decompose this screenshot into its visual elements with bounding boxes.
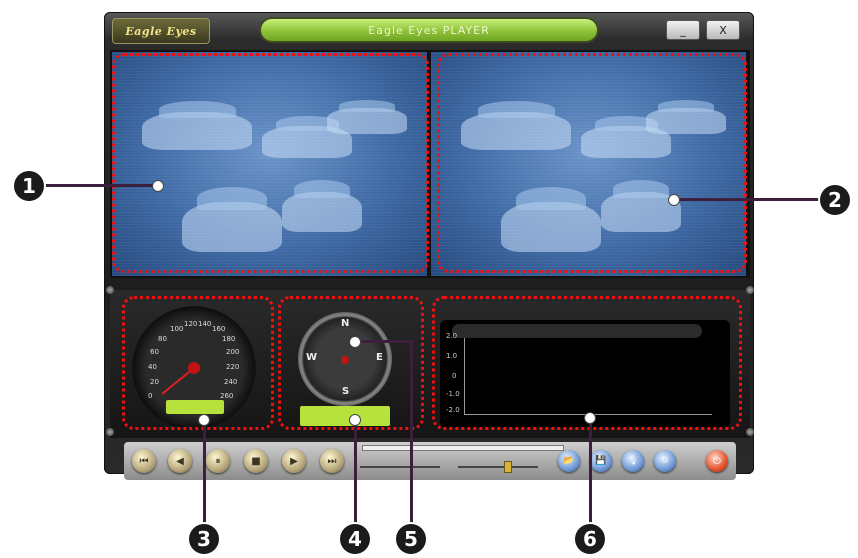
- volume-slider[interactable]: [360, 466, 440, 468]
- leader-dot-2: [668, 194, 680, 206]
- playback-progress[interactable]: [362, 445, 564, 451]
- open-folder-button[interactable]: 📂: [558, 450, 580, 472]
- speed-label: 160: [212, 325, 226, 333]
- leader-3: [203, 420, 206, 528]
- speed-readout: [166, 400, 224, 414]
- car-silhouette: [282, 180, 362, 232]
- callout-4: 4: [340, 524, 370, 554]
- play-button[interactable]: ▶: [282, 449, 306, 473]
- screw: [106, 286, 114, 294]
- graph-tick: -2.0: [446, 406, 460, 414]
- callout-3: 3: [189, 524, 219, 554]
- leader-dot-5: [349, 336, 361, 348]
- app-logo: Eagle Eyes: [112, 18, 210, 44]
- speed-slider[interactable]: [458, 466, 538, 468]
- leader-2: [675, 198, 825, 201]
- car-silhouette: [461, 100, 571, 150]
- speed-label: 180: [222, 335, 236, 343]
- car-silhouette: [646, 100, 726, 134]
- leader-4: [354, 420, 357, 528]
- callout-6: 6: [575, 524, 605, 554]
- speed-label: 80: [158, 335, 167, 343]
- save-button[interactable]: 💾: [590, 450, 612, 472]
- car-silhouette: [142, 100, 252, 150]
- graph-tick: 0: [452, 372, 457, 380]
- speed-label: 0: [148, 392, 153, 400]
- step-back-button[interactable]: ◀: [168, 449, 192, 473]
- heading-readout: [300, 406, 390, 426]
- screw: [106, 428, 114, 436]
- car-silhouette: [327, 100, 407, 134]
- leader-5-h: [354, 340, 412, 343]
- car-silhouette: [501, 187, 601, 252]
- speed-label: 240: [224, 378, 238, 386]
- speed-label: 120: [184, 320, 198, 328]
- window-title: Eagle Eyes PLAYER: [261, 19, 597, 41]
- leader-5-v: [410, 340, 413, 528]
- transport-bar: ⏮ ◀ ⏸ ■ ▶ ⏭ 📂 💾 🎙 ⚙ ⏻: [124, 442, 736, 480]
- graph-y-axis: [464, 338, 465, 414]
- minimize-button[interactable]: _: [666, 20, 700, 40]
- leader-dot-3: [198, 414, 210, 426]
- leader-dot-4: [349, 414, 361, 426]
- pause-button[interactable]: ⏸: [206, 449, 230, 473]
- graph-tick: 1.0: [446, 352, 458, 360]
- leader-dot-1: [152, 180, 164, 192]
- settings-button[interactable]: ⚙: [654, 450, 676, 472]
- snapshot-button[interactable]: 🎙: [622, 450, 644, 472]
- close-button[interactable]: X: [706, 20, 740, 40]
- car-silhouette: [182, 187, 282, 252]
- speed-label: 60: [150, 348, 159, 356]
- next-file-button[interactable]: ⏭: [320, 449, 344, 473]
- compass-needle: [341, 356, 349, 364]
- speed-slider-thumb[interactable]: [504, 461, 512, 473]
- graph-tick: 2.0: [446, 332, 458, 340]
- speed-label: 20: [150, 378, 159, 386]
- g-sensor-graph: 2.0 1.0 0 -1.0 -2.0: [440, 320, 730, 428]
- speed-label: 200: [226, 348, 240, 356]
- callout-1: 1: [14, 171, 44, 201]
- screw: [746, 286, 754, 294]
- video-area: [110, 50, 750, 278]
- stop-button[interactable]: ■: [244, 449, 268, 473]
- speed-label: 140: [198, 320, 212, 328]
- callout-5: 5: [396, 524, 426, 554]
- speed-label: 220: [226, 363, 240, 371]
- power-button[interactable]: ⏻: [706, 450, 728, 472]
- compass-gauge: N E S W: [298, 312, 392, 406]
- video-pane-right[interactable]: [431, 52, 746, 276]
- graph-header-bar: [452, 324, 702, 338]
- callout-2: 2: [820, 185, 850, 215]
- leader-1: [45, 184, 157, 187]
- previous-file-button[interactable]: ⏮: [132, 449, 156, 473]
- speed-label: 40: [148, 363, 157, 371]
- speed-label: 100: [170, 325, 184, 333]
- title-bar[interactable]: Eagle Eyes Eagle Eyes PLAYER _ X: [104, 12, 754, 48]
- leader-dot-6: [584, 412, 596, 424]
- speed-label: 260: [220, 392, 234, 400]
- graph-tick: -1.0: [446, 390, 460, 398]
- leader-6: [589, 418, 592, 528]
- video-pane-left[interactable]: [112, 52, 427, 276]
- screw: [746, 428, 754, 436]
